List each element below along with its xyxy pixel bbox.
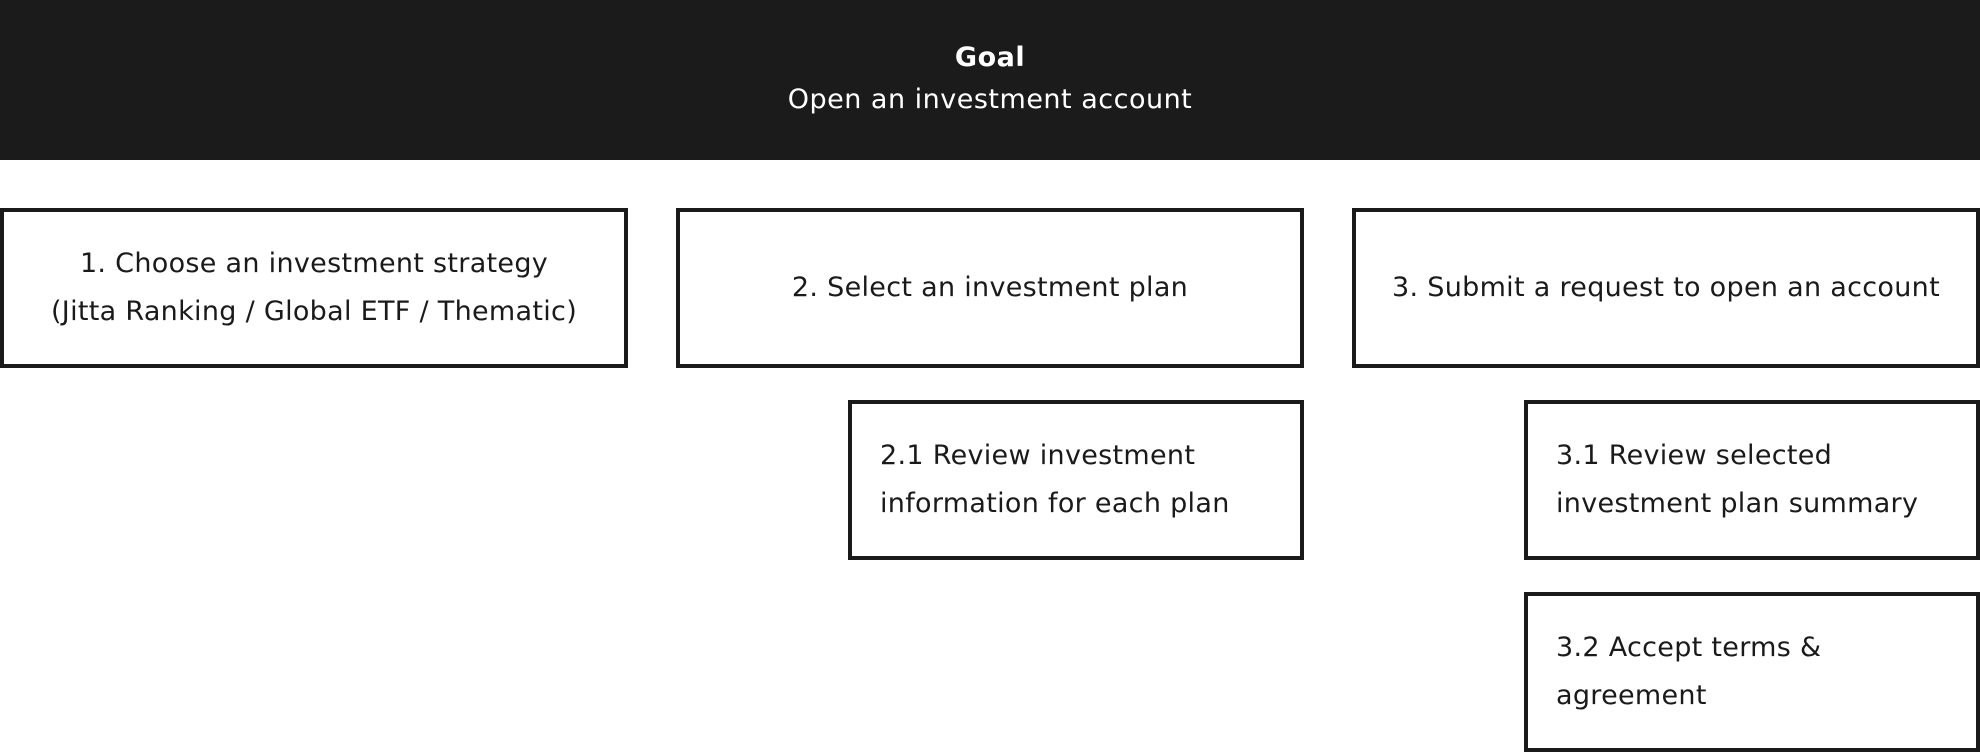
goal-header: Goal Open an investment account: [0, 0, 1980, 160]
step-3-text: 3. Submit a request to open an account: [1392, 272, 1940, 303]
step-3-2-box: 3.2 Accept terms & agreement: [1524, 592, 1980, 752]
step-1-box: 1. Choose an investment strategy (Jitta …: [0, 208, 628, 368]
step-1-text: 1. Choose an investment strategy (Jitta …: [50, 248, 578, 327]
step-3-1-text: 3.1 Review selected investment plan summ…: [1556, 440, 1919, 519]
step-2-box: 2. Select an investment plan: [676, 208, 1304, 368]
step-3-2-text: 3.2 Accept terms & agreement: [1556, 632, 1822, 711]
step-2-1-box: 2.1 Review investment information for ea…: [848, 400, 1304, 560]
goal-text: Open an investment account: [787, 84, 1193, 115]
step-2-text: 2. Select an investment plan: [791, 272, 1189, 303]
step-3-1-box: 3.1 Review selected investment plan summ…: [1524, 400, 1980, 560]
goal-label: Goal: [954, 42, 1026, 73]
step-2-1-text: 2.1 Review investment information for ea…: [880, 440, 1230, 519]
step-3-box: 3. Submit a request to open an account: [1352, 208, 1980, 368]
